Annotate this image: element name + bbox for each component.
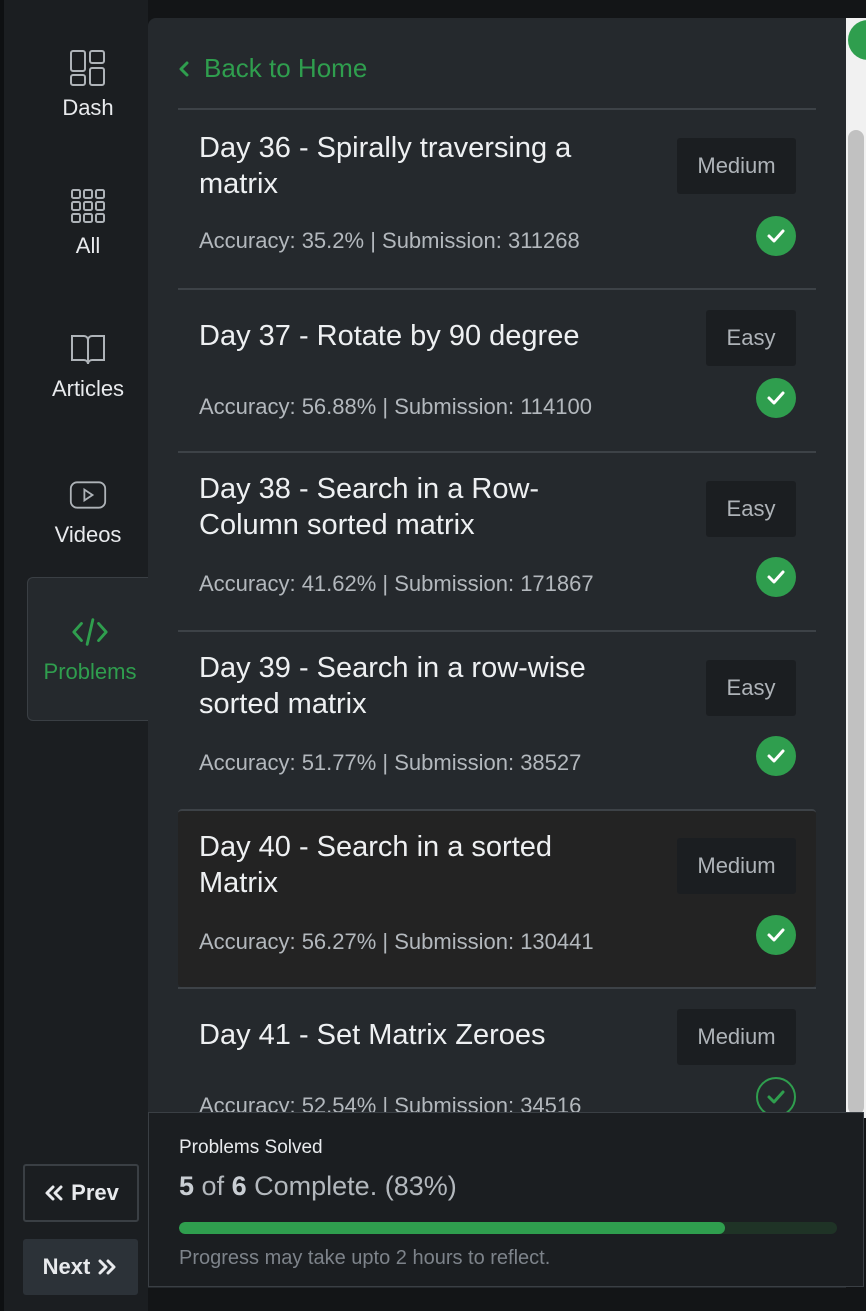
scrollbar-thumb[interactable]	[848, 130, 864, 1115]
check-icon	[756, 736, 796, 776]
complete-text: Complete. (83%)	[254, 1171, 457, 1201]
difficulty-badge: Medium	[677, 138, 796, 194]
problem-meta: Accuracy: 56.88% | Submission: 114100	[199, 394, 592, 419]
play-icon	[69, 481, 107, 509]
sidebar-item-label: All	[75, 233, 101, 258]
problem-meta: Accuracy: 35.2% | Submission: 311268	[199, 228, 580, 253]
problem-list: Day 36 - Spirally traversing a matrix Ac…	[178, 108, 816, 1127]
sidebar-item-problems[interactable]: Problems	[27, 577, 152, 721]
double-chevron-left-icon	[45, 1185, 63, 1201]
list-item[interactable]: Day 37 - Rotate by 90 degree Accuracy: 5…	[178, 288, 816, 451]
dashboard-icon	[70, 50, 105, 86]
solved-count: 5	[179, 1171, 195, 1201]
sidebar-item-dash[interactable]: Dash	[24, 30, 152, 140]
problem-title[interactable]: Day 41 - Set Matrix Zeroes	[199, 1017, 639, 1053]
book-icon	[71, 335, 105, 365]
problem-title[interactable]: Day 37 - Rotate by 90 degree	[199, 318, 639, 354]
check-outline-icon	[756, 1077, 796, 1117]
problem-meta: Accuracy: 56.27% | Submission: 130441	[199, 929, 594, 954]
back-label: Back to Home	[204, 52, 368, 83]
sidebar-item-all[interactable]: All	[24, 168, 152, 278]
progress-footer: Problems Solved 5 of 6 Complete. (83%) P…	[148, 1112, 864, 1287]
problem-meta: Accuracy: 41.62% | Submission: 171867	[199, 571, 594, 596]
chevron-left-icon	[179, 61, 189, 77]
list-item[interactable]: Day 39 - Search in a row-wise sorted mat…	[178, 630, 816, 809]
sidebar-item-videos[interactable]: Videos	[24, 452, 152, 572]
sidebar-item-label: Problems	[43, 659, 137, 684]
progress-title: Problems Solved	[179, 1137, 323, 1158]
difficulty-badge: Medium	[677, 838, 796, 894]
sidebar: Dash All Articles Videos Problems Prev N…	[0, 0, 152, 1311]
next-label: Next	[42, 1254, 91, 1279]
problem-title[interactable]: Day 40 - Search in a sorted Matrix	[199, 829, 619, 901]
back-to-home-link[interactable]: Back to Home	[178, 50, 367, 86]
grid-icon	[71, 189, 105, 223]
progress-bar	[179, 1222, 837, 1234]
prev-label: Prev	[71, 1180, 119, 1205]
difficulty-badge: Easy	[706, 310, 796, 366]
of-text: of	[201, 1171, 225, 1201]
progress-summary: 5 of 6 Complete. (83%)	[179, 1171, 457, 1202]
sidebar-item-articles[interactable]: Articles	[24, 306, 152, 426]
problem-title[interactable]: Day 36 - Spirally traversing a matrix	[199, 130, 639, 202]
problem-title[interactable]: Day 39 - Search in a row-wise sorted mat…	[199, 650, 639, 722]
list-item[interactable]: Day 38 - Search in a Row-Column sorted m…	[178, 451, 816, 630]
list-item[interactable]: Day 36 - Spirally traversing a matrix Ac…	[178, 108, 816, 288]
next-button[interactable]: Next	[23, 1239, 138, 1295]
check-icon	[756, 557, 796, 597]
sidebar-item-label: Videos	[54, 522, 122, 547]
progress-note: Progress may take upto 2 hours to reflec…	[179, 1247, 551, 1269]
sidebar-item-label: Articles	[51, 376, 125, 401]
difficulty-badge: Medium	[677, 1009, 796, 1065]
total-count: 6	[231, 1171, 247, 1201]
list-item[interactable]: Day 40 - Search in a sorted Matrix Accur…	[178, 809, 816, 987]
prev-button[interactable]: Prev	[23, 1164, 139, 1222]
check-icon	[756, 378, 796, 418]
double-chevron-right-icon	[98, 1259, 116, 1275]
check-icon	[756, 216, 796, 256]
problem-meta: Accuracy: 51.77% | Submission: 38527	[199, 750, 582, 775]
progress-bar-fill	[179, 1222, 726, 1234]
problems-panel: Back to Home Day 36 - Spirally traversin…	[148, 18, 846, 1288]
problem-title[interactable]: Day 38 - Search in a Row-Column sorted m…	[199, 471, 599, 543]
difficulty-badge: Easy	[706, 481, 796, 537]
list-item[interactable]: Day 41 - Set Matrix Zeroes Accuracy: 52.…	[178, 987, 816, 1127]
difficulty-badge: Easy	[706, 660, 796, 716]
code-icon	[72, 618, 108, 646]
check-icon	[756, 915, 796, 955]
sidebar-item-label: Dash	[62, 95, 114, 120]
